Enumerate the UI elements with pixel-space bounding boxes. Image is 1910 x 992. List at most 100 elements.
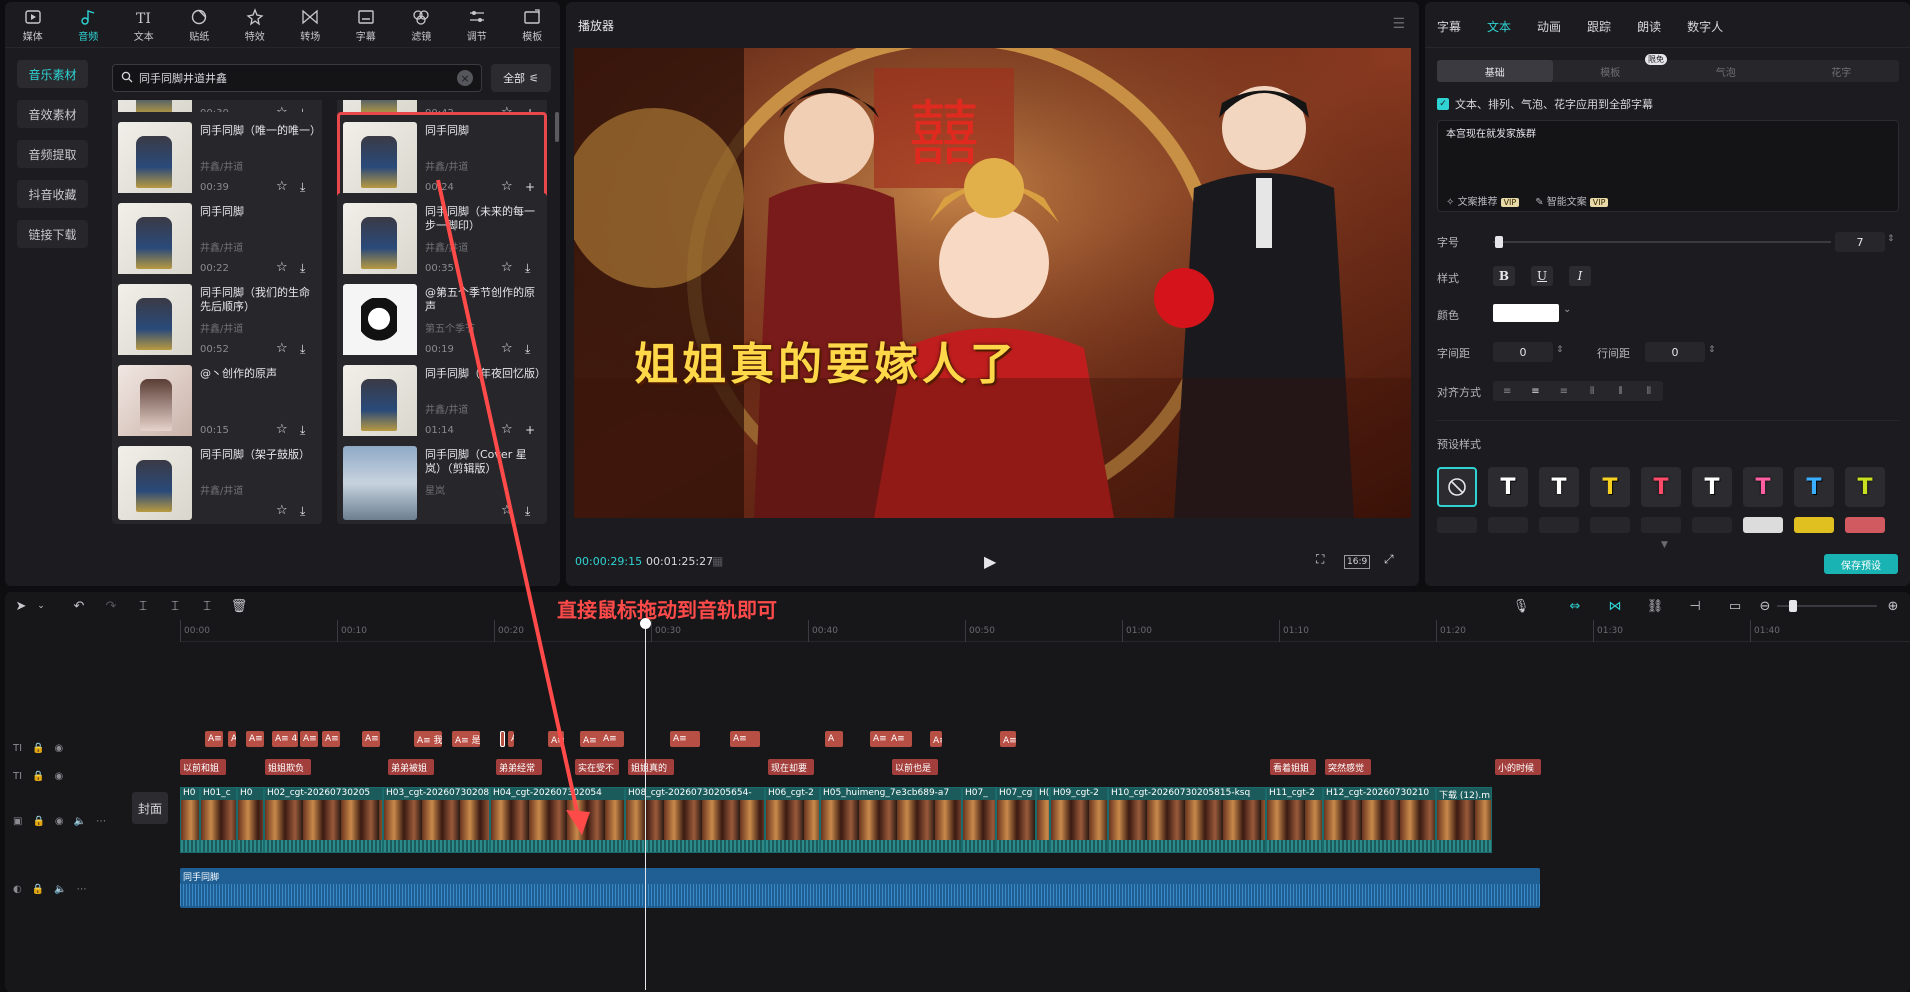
subtitle-clip[interactable]: A≡ [508,731,514,747]
music-card[interactable]: 同手同脚 井鑫/井道 00:22 ☆ ⤓ [112,193,322,281]
star-icon[interactable]: ☆ [501,180,515,194]
tab-text[interactable]: TI 文本 [116,2,172,48]
underline-button[interactable]: U [1531,266,1553,286]
music-card[interactable]: 同手同脚（我们的生命先后顺序） 井鑫/井道 00:52 ☆ ⤓ [112,274,322,362]
subtitle-clip[interactable]: A≡ [888,731,912,747]
preset-style[interactable] [1437,517,1477,533]
video-clip[interactable]: H10_cgt-20260730205815-ksq [1108,787,1266,853]
aspect-ratio-button[interactable]: 16:9 [1344,555,1371,569]
video-clip[interactable]: H09_cgt-2 [1050,787,1108,853]
props-tab[interactable]: 动画 [1537,18,1561,34]
lock-icon[interactable]: 🔒 [32,816,44,827]
text-clip[interactable]: 姐姐欺负 [265,759,311,775]
copy-recommend-button[interactable]: ✧ 文案推荐 VIP [1446,193,1520,208]
music-card[interactable]: 同手同脚（Cover 星岚）（剪辑版） 星岚 ☆ ⤓ [337,436,547,524]
zoom-in-icon[interactable]: ⊕ [1885,598,1901,614]
text-clip[interactable]: 弟弟经常 [496,759,542,775]
preview-axis-icon[interactable]: ⊣ [1687,598,1703,614]
font-size-stepper-icon[interactable]: ⇕ [1887,234,1895,244]
music-card[interactable]: 同手同脚 井鑫/井道 00:24 ☆ + [337,112,547,200]
download-icon[interactable]: ⤓ [525,504,539,518]
preset-style[interactable] [1539,517,1579,533]
eye-icon[interactable]: ◉ [55,771,64,782]
preset-style[interactable] [1641,517,1681,533]
chevron-down-icon[interactable]: ⌄ [1563,304,1571,315]
props-tab[interactable]: 数字人 [1687,18,1723,34]
music-card[interactable]: 同手同脚（架子鼓版） 井鑫/井道 ☆ ⤓ [112,436,322,524]
subtitle-clip[interactable]: A≡ 是 [452,731,480,747]
download-icon[interactable]: ⤓ [300,504,314,518]
subtitle-clip[interactable]: A≡ 我 [414,731,442,747]
props-tab[interactable]: 字幕 [1437,18,1461,34]
subtitle-clip[interactable]: A [825,731,843,747]
video-clip[interactable]: H0 [180,787,200,853]
download-icon[interactable]: ⤓ [525,342,539,356]
category-item[interactable]: 音频提取 [17,140,88,168]
search-input[interactable] [139,71,451,85]
video-clip[interactable]: H07_ [962,787,996,853]
star-icon[interactable]: ☆ [276,261,290,275]
star-icon[interactable]: ☆ [501,423,515,437]
clear-search-button[interactable]: × [457,70,473,86]
tab-adjust[interactable]: 调节 [449,2,505,48]
chevron-down-icon[interactable]: ▼ [1661,540,1668,550]
tab-caption[interactable]: 字幕 [338,2,394,48]
subtitle-clip[interactable]: A≡ 一 [500,731,505,747]
download-icon[interactable]: ⤓ [525,261,539,275]
lock-icon[interactable]: 🔒 [32,884,44,895]
more-icon[interactable]: ⋯ [77,884,87,895]
volume-icon[interactable]: 🔈 [74,816,86,827]
video-clip[interactable]: H08_cgt-20260730205654- [625,787,765,853]
star-icon[interactable]: ☆ [276,504,290,518]
main-track-magnet-icon[interactable]: ⇔ [1567,598,1583,614]
props-tab[interactable]: 朗读 [1637,18,1661,34]
subtitle-clip[interactable]: A≡ 4 [272,731,298,747]
subtitle-clip[interactable]: A≡ [600,731,624,747]
zoom-out-icon[interactable]: ⊖ [1757,598,1773,614]
video-clip[interactable]: H0 [237,787,264,853]
music-card[interactable]: @丶创作的原声 00:15 ☆ ⤓ [112,355,322,443]
text-clip[interactable]: 现在却要 [768,759,814,775]
video-clip[interactable]: H03_cgt-20260730208 [383,787,490,853]
tab-filter[interactable]: 滤镜 [394,2,450,48]
color-swatch[interactable] [1493,304,1559,322]
playhead-handle[interactable] [640,618,651,629]
link-icon[interactable]: ⛓ [1647,598,1664,614]
subtitle-clip[interactable]: A≡ [246,731,264,747]
save-preset-button[interactable]: 保存预设 [1824,554,1898,574]
preset-style[interactable]: T [1590,467,1630,507]
line-spacing-stepper-icon[interactable]: ⇕ [1708,345,1716,355]
music-card[interactable]: @第五个季节创作的原声 第五个季节 00:19 ☆ ⤓ [337,274,547,362]
line-spacing-input[interactable]: 0 [1645,342,1705,362]
eye-icon[interactable]: ◉ [55,743,64,754]
more-icon[interactable]: ⋯ [96,816,106,827]
preset-style[interactable]: T [1845,467,1885,507]
text-clip[interactable]: 看着姐姐 [1270,759,1316,775]
text-input-area[interactable]: 本宫现在就发家族群 ✧ 文案推荐 VIP ✎ 智能文案 VIP [1437,120,1899,212]
subtitle-clip[interactable]: A≡ [322,731,340,747]
redo-icon[interactable]: ↷ [103,598,119,614]
video-clip[interactable]: H11_cgt-2 [1266,787,1323,853]
preset-style[interactable]: T [1641,467,1681,507]
preset-style[interactable]: T [1743,467,1783,507]
font-size-input[interactable]: 7 [1835,232,1885,252]
text-clip[interactable]: 突然感觉 [1325,759,1371,775]
lock-icon[interactable]: 🔒 [32,743,44,754]
star-icon[interactable]: ☆ [501,261,515,275]
smart-copy-button[interactable]: ✎ 智能文案 VIP [1535,193,1609,208]
play-button[interactable]: ▶ [984,552,1002,571]
char-spacing-stepper-icon[interactable]: ⇕ [1556,345,1564,355]
search-bar[interactable]: × [112,64,482,92]
text-clip[interactable]: 姐姐真的 [628,759,674,775]
align-vertical-bottom-icon[interactable]: ⫴ [1635,381,1663,401]
download-icon[interactable]: ⤓ [300,261,314,275]
subtitle-clip[interactable]: A≡ [205,731,223,747]
filter-button[interactable]: 全部 ⚟ [491,64,551,92]
char-spacing-input[interactable]: 0 [1493,342,1553,362]
tab-effects[interactable]: 特效 [227,2,283,48]
text-clip[interactable]: 实在受不 [575,759,619,775]
volume-icon[interactable]: 🔈 [54,884,66,895]
tab-audio[interactable]: 音频 [61,2,117,48]
menu-icon[interactable]: ☰ [1392,16,1405,32]
props-tab[interactable]: 文本 [1487,18,1511,34]
